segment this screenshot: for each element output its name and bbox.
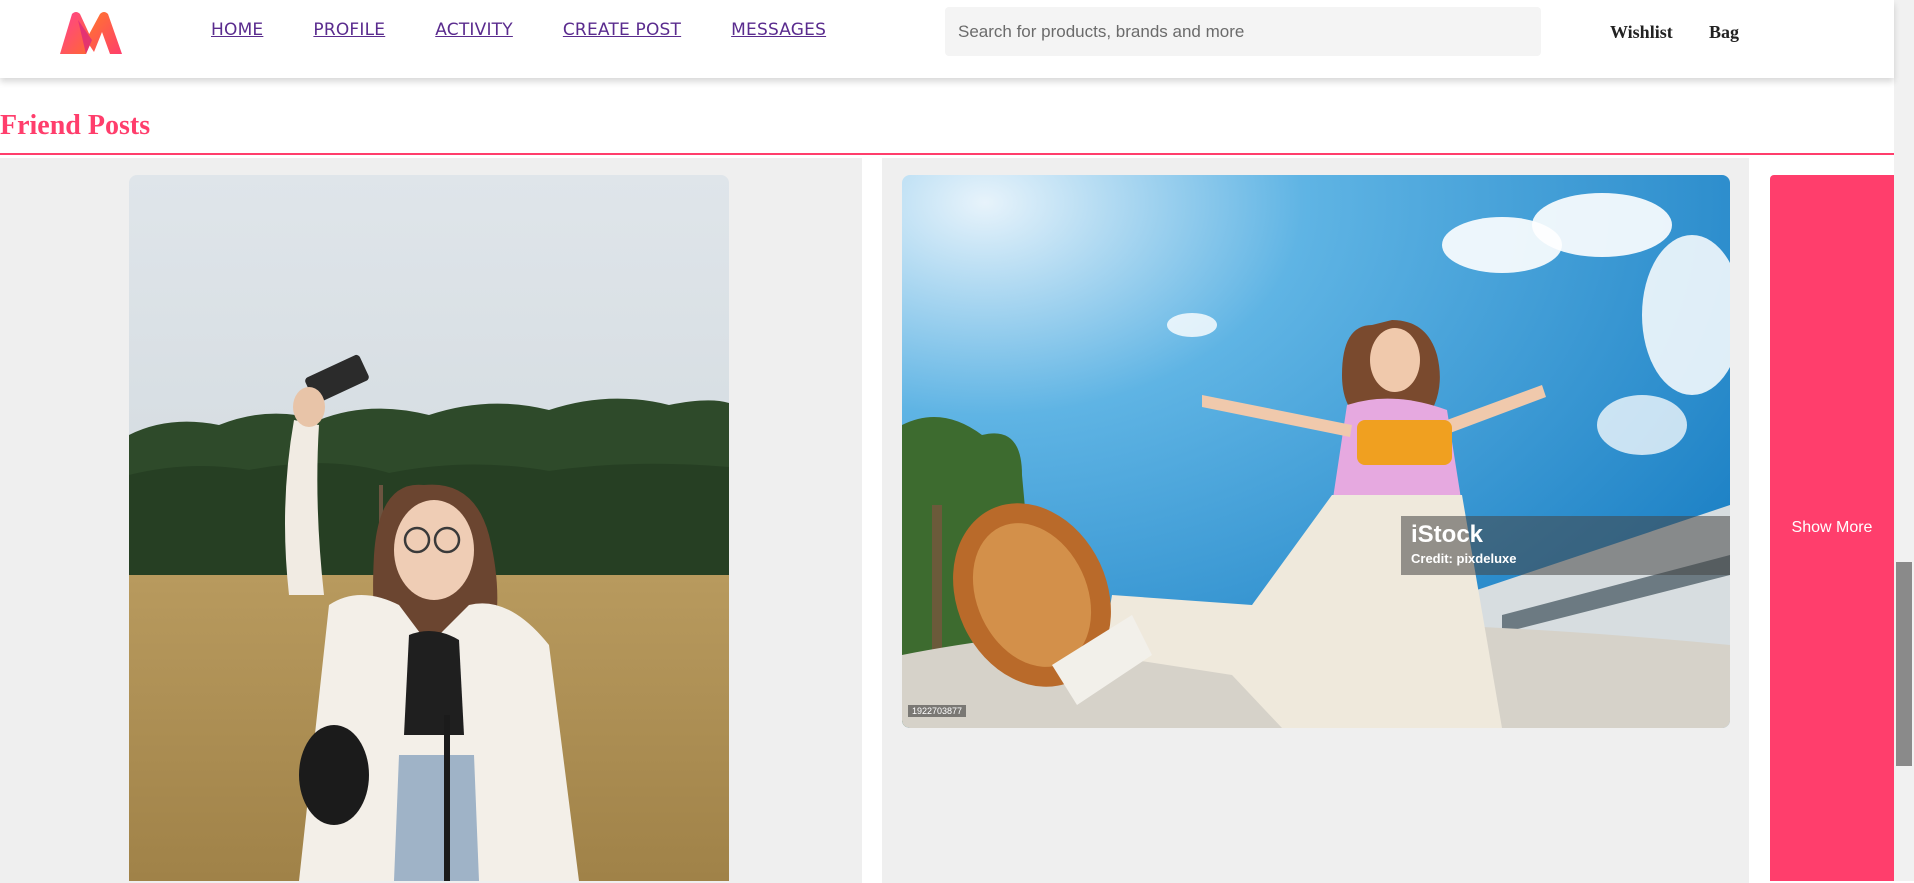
image-id-label: 1922703877: [908, 705, 967, 717]
selfie-photo-illustration: [129, 175, 729, 881]
nav-home-link[interactable]: HOME: [211, 20, 263, 40]
bag-link[interactable]: Bag: [1709, 22, 1739, 43]
section-divider: [0, 153, 1894, 155]
section-title: Friend Posts: [0, 110, 151, 141]
scrollbar-thumb[interactable]: [1896, 562, 1912, 766]
post-image-selfie[interactable]: [129, 175, 729, 881]
istock-brand-text: iStock: [1411, 521, 1484, 548]
show-more-button[interactable]: Show More: [1770, 175, 1894, 881]
nav-activity-link[interactable]: ACTIVITY: [435, 20, 513, 40]
search-input[interactable]: [945, 7, 1541, 56]
nav-create-post-link[interactable]: CREATE POST: [563, 20, 681, 40]
myntra-m-logo-icon[interactable]: [56, 10, 126, 56]
main-nav: HOME PROFILE ACTIVITY CREATE POST MESSAG…: [211, 20, 826, 40]
istock-watermark: iStock Credit: pixdeluxe: [1401, 516, 1730, 575]
nav-messages-link[interactable]: MESSAGES: [731, 20, 826, 40]
post-image-skatepark[interactable]: iStock Credit: pixdeluxe 1922703877: [902, 175, 1730, 728]
wishlist-link[interactable]: Wishlist: [1610, 22, 1673, 43]
skatepark-photo-illustration: [902, 175, 1730, 728]
nav-profile-link[interactable]: PROFILE: [313, 20, 385, 40]
istock-credit-text: Credit: pixdeluxe: [1411, 551, 1517, 566]
top-header: HOME PROFILE ACTIVITY CREATE POST MESSAG…: [0, 0, 1894, 78]
